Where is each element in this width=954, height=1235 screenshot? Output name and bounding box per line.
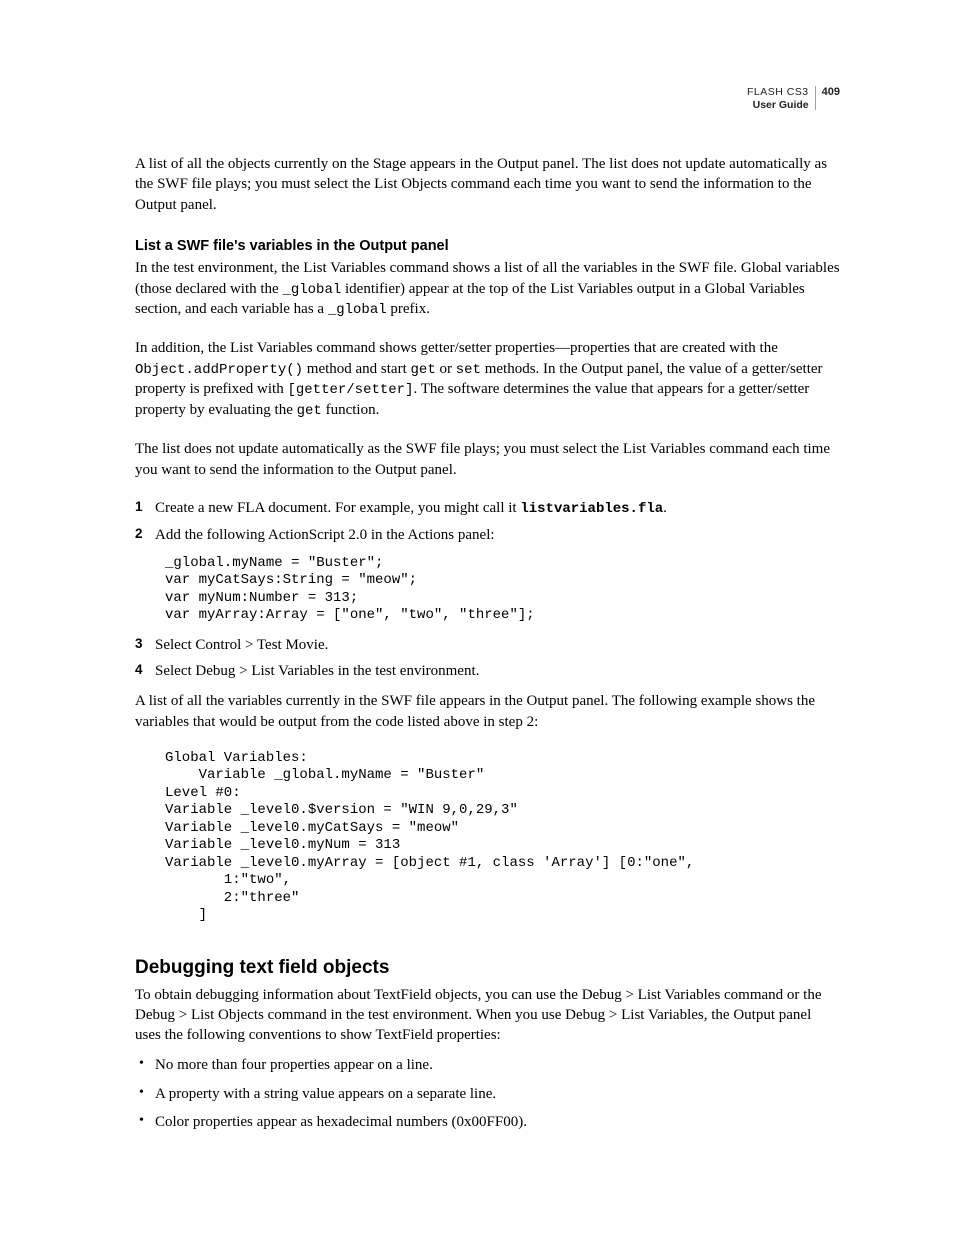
sec1-paragraph-3: The list does not update automatically a… xyxy=(135,439,840,480)
steps-list-cont: Select Control > Test Movie. Select Debu… xyxy=(135,635,840,682)
header-subtitle: User Guide xyxy=(747,99,809,112)
intro-paragraph: A list of all the objects currently on t… xyxy=(135,154,840,215)
bullet-1: No more than four properties appear on a… xyxy=(135,1055,840,1075)
code-block-output: Global Variables: Variable _global.myNam… xyxy=(165,750,840,925)
step-2: Add the following ActionScript 2.0 in th… xyxy=(135,525,840,545)
section-heading-textfield: Debugging text field objects xyxy=(135,955,840,981)
step-2-text: Add the following ActionScript 2.0 in th… xyxy=(155,527,495,543)
text-run: function. xyxy=(322,402,380,418)
code-filename: listvariables.fla xyxy=(520,501,663,517)
step-1: Create a new FLA document. For example, … xyxy=(135,498,840,519)
text-run: method and start xyxy=(303,361,410,377)
bullet-list: No more than four properties appear on a… xyxy=(135,1055,840,1132)
text-run: Create a new FLA document. For example, … xyxy=(155,500,520,516)
page-content: A list of all the objects currently on t… xyxy=(135,154,840,1132)
text-run: or xyxy=(436,361,456,377)
output-paragraph: A list of all the variables currently in… xyxy=(135,691,840,732)
code-inline-global: _global xyxy=(282,282,341,298)
code-inline-global: _global xyxy=(328,302,387,318)
header-product: FLASH CS3 xyxy=(747,86,809,99)
code-block-actionscript: _global.myName = "Buster"; var myCatSays… xyxy=(165,555,840,625)
code-inline-set: set xyxy=(456,362,481,378)
text-run: prefix. xyxy=(387,301,430,317)
code-inline-addproperty: Object.addProperty() xyxy=(135,362,303,378)
step-3: Select Control > Test Movie. xyxy=(135,635,840,655)
sec2-paragraph-1: To obtain debugging information about Te… xyxy=(135,985,840,1046)
header-text-block: FLASH CS3 User Guide xyxy=(747,86,809,112)
header-page-number: 409 xyxy=(822,86,840,98)
step-4: Select Debug > List Variables in the tes… xyxy=(135,661,840,681)
bullet-3: Color properties appear as hexadecimal n… xyxy=(135,1112,840,1132)
header-divider xyxy=(815,86,816,110)
code-inline-get: get xyxy=(411,362,436,378)
page-header: FLASH CS3 User Guide 409 xyxy=(747,86,840,112)
sec1-paragraph-1: In the test environment, the List Variab… xyxy=(135,258,840,320)
section-heading-list-variables: List a SWF file's variables in the Outpu… xyxy=(135,237,840,257)
code-inline-get: get xyxy=(297,403,322,419)
document-page: FLASH CS3 User Guide 409 A list of all t… xyxy=(0,0,954,1235)
text-run: In addition, the List Variables command … xyxy=(135,340,778,356)
steps-list: Create a new FLA document. For example, … xyxy=(135,498,840,545)
sec1-paragraph-2: In addition, the List Variables command … xyxy=(135,338,840,421)
code-inline-gettersetter: [getter/setter] xyxy=(287,382,413,398)
text-run: . xyxy=(663,500,667,516)
bullet-2: A property with a string value appears o… xyxy=(135,1084,840,1104)
